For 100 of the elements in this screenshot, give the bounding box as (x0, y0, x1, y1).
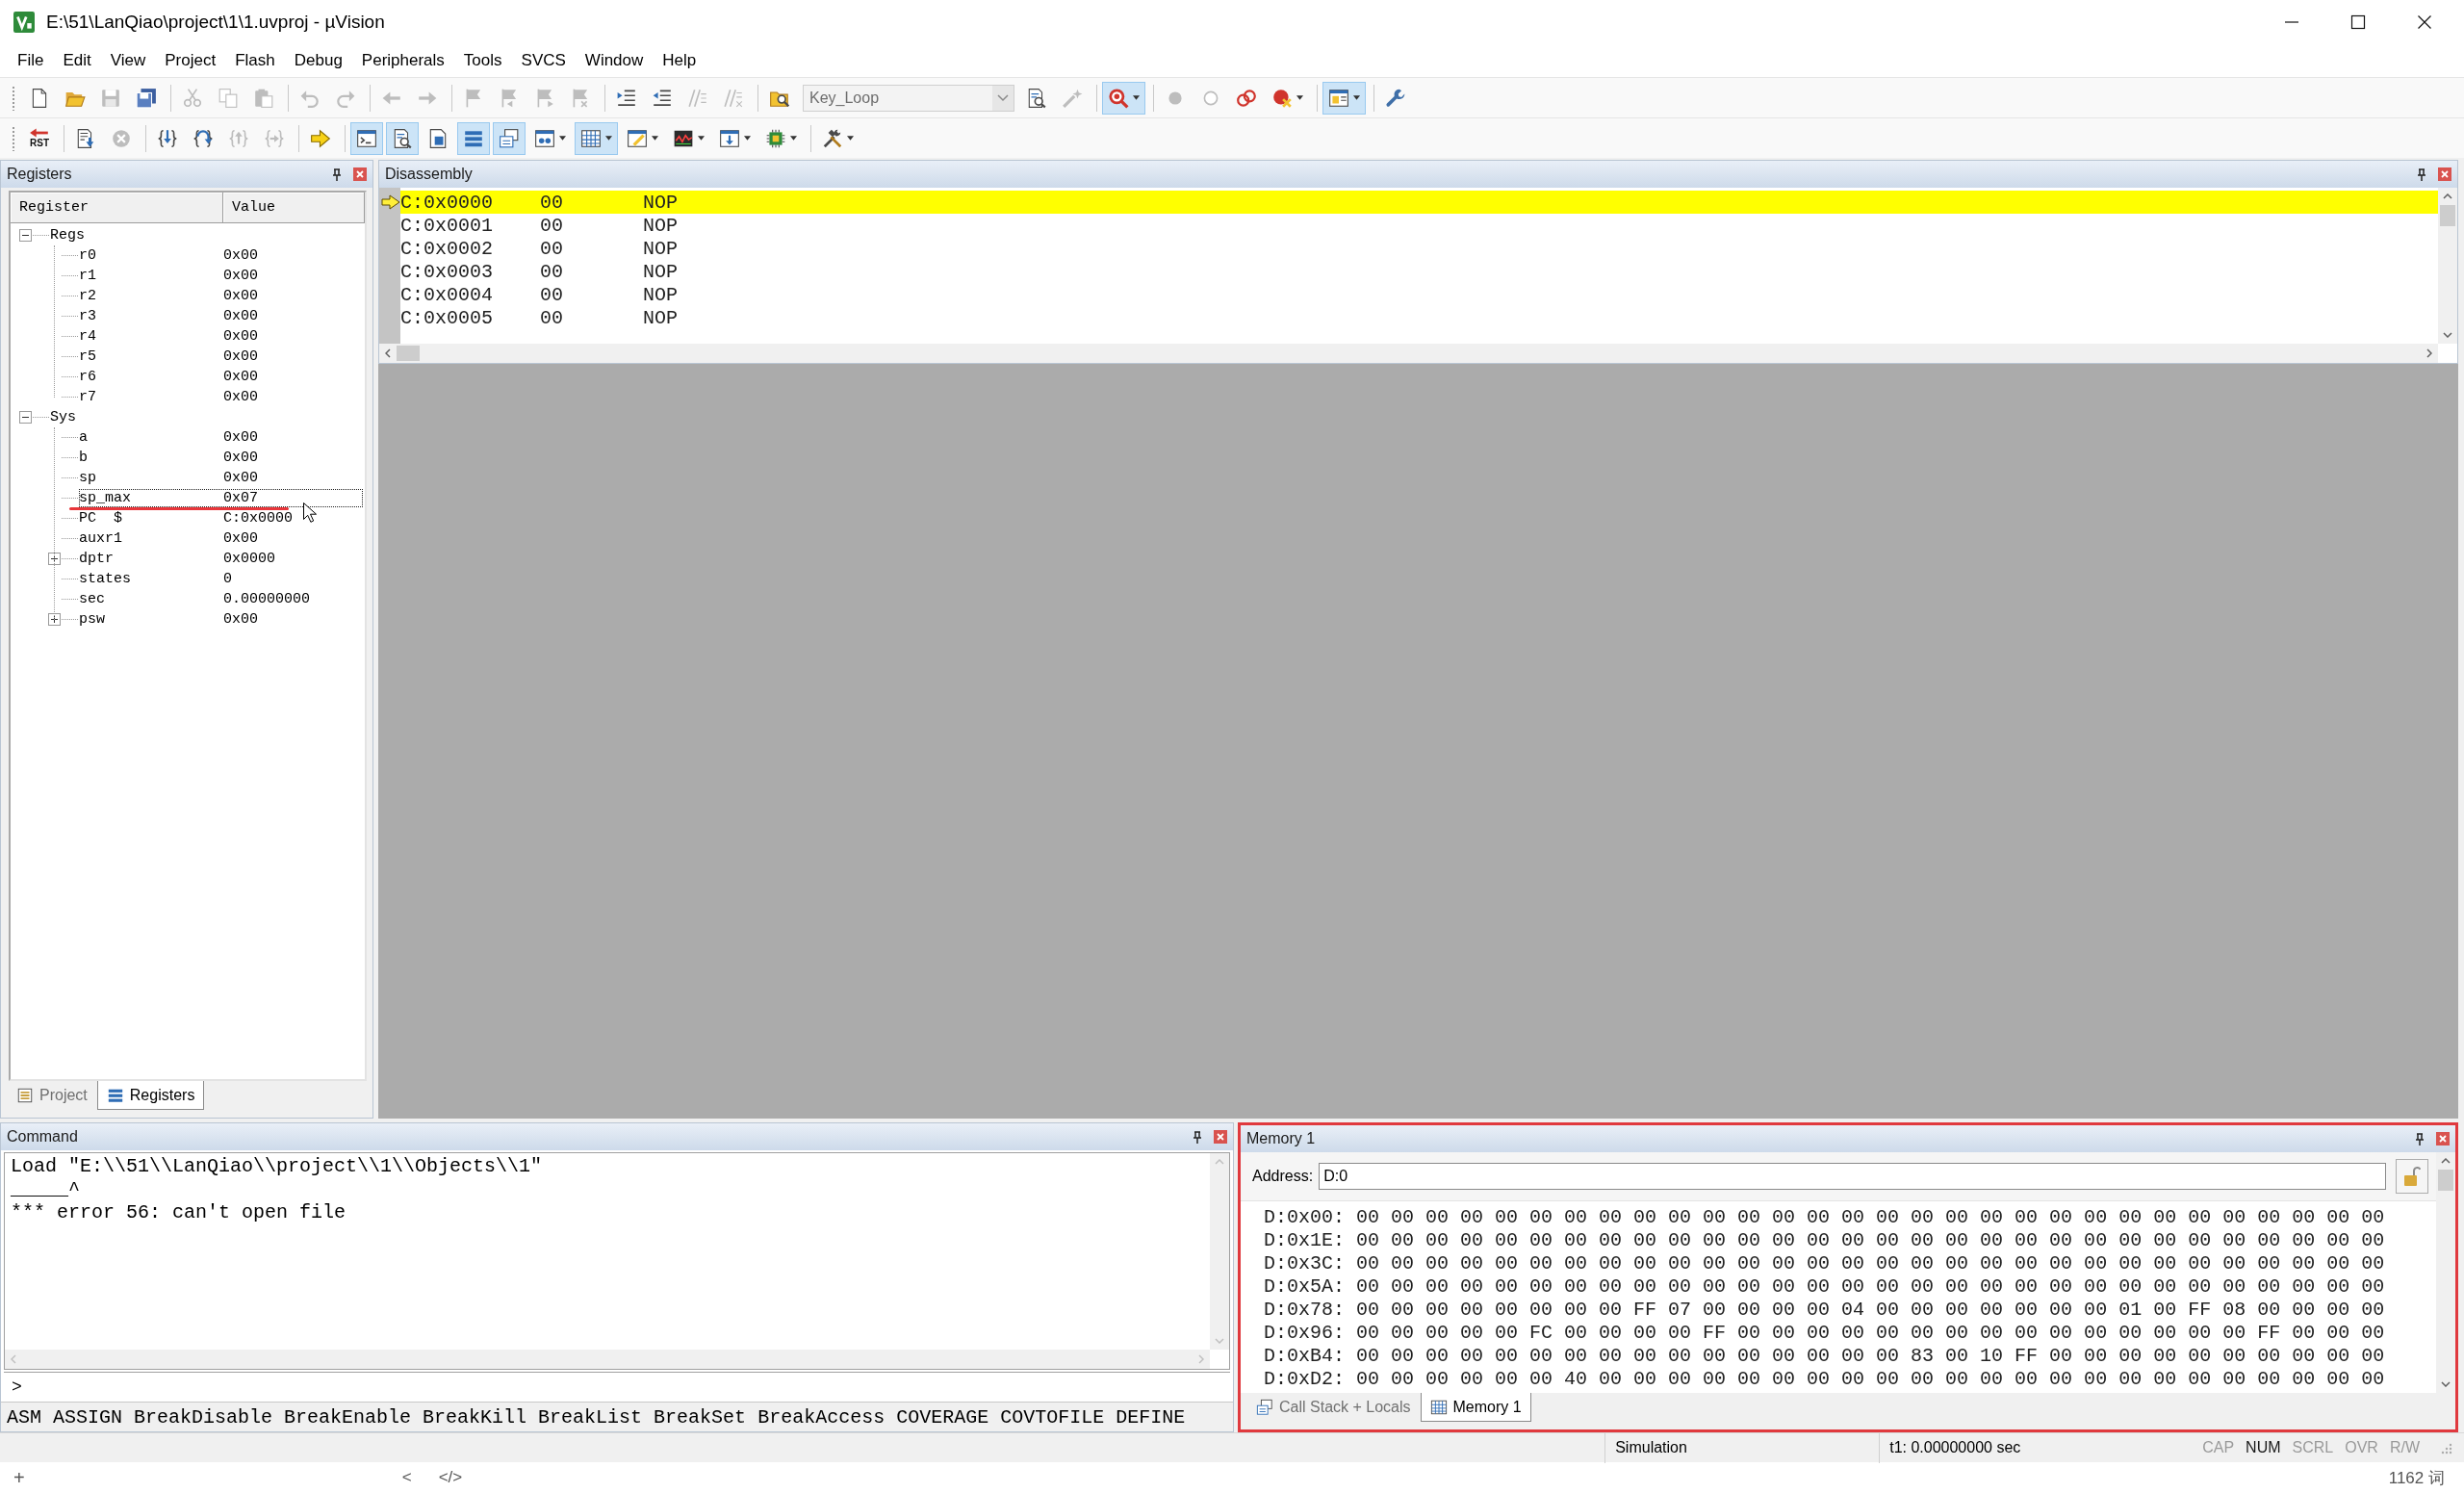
scrollbar-thumb[interactable] (2440, 205, 2455, 226)
menu-item[interactable]: Project (155, 47, 226, 74)
menu-item[interactable]: File (8, 47, 54, 74)
panel-tab[interactable]: Registers (96, 1081, 205, 1110)
layout-button[interactable] (1322, 81, 1366, 115)
menu-item[interactable]: Peripherals (351, 47, 454, 74)
register-name: states (79, 571, 132, 587)
code-address: C:0x0002 (400, 237, 494, 260)
menu-item[interactable]: View (100, 47, 156, 74)
register-name: a (79, 429, 89, 446)
watch-window-icon (534, 127, 555, 149)
chevron-left-icon[interactable] (385, 348, 391, 358)
chevron-right-icon[interactable] (2426, 348, 2432, 358)
status-indicator: SCRL (2291, 1439, 2335, 1456)
register-row[interactable]: a 0x00 (79, 428, 363, 447)
register-row[interactable]: b 0x00 (79, 449, 363, 467)
memory-bytes: 00 00 00 00 00 00 00 00 FF 07 00 00 00 00 04 00 00 00 00 00 00 00 01 00 FF 08 00 00 00 00 (1356, 1298, 2385, 1321)
register-row[interactable]: Regs (50, 226, 363, 245)
panel-tab[interactable]: Call Stack + Locals (1246, 1393, 1421, 1422)
register-row[interactable]: auxr1 0x00 (79, 529, 363, 548)
reset-arrow-icon (29, 128, 50, 138)
instruction: NOP (643, 306, 678, 329)
registers-button[interactable] (457, 121, 490, 155)
memory-bytes: 00 00 00 00 00 FC 00 00 00 00 FF 00 00 00 00 00 00 00 00 00 00 00 00 00 00 00 FF 00 00 00 (1356, 1321, 2385, 1344)
register-row[interactable]: r5 0x00 (79, 348, 363, 366)
memory-bytes: 00 00 00 00 00 00 00 00 00 00 00 00 00 00 00 00 83 00 10 FF 00 00 00 00 00 00 00 00 00 00 (1356, 1344, 2385, 1367)
opcode: 00 (540, 214, 564, 237)
collapse-icon[interactable] (19, 229, 32, 242)
address-field[interactable]: D:0 (1319, 1163, 2386, 1190)
register-row[interactable]: dptr 0x0000 (79, 550, 363, 568)
memory-button[interactable] (575, 121, 618, 155)
register-value: C:0x0000 (223, 510, 293, 527)
register-row[interactable]: sp 0x00 (79, 469, 363, 487)
code-address: C:0x0001 (400, 214, 494, 237)
vertical-scrollbar[interactable] (2436, 1152, 2455, 1393)
register-row[interactable]: PC $ C:0x0000 (79, 509, 363, 528)
chevron-up-icon[interactable] (2443, 193, 2452, 199)
register-row[interactable]: r4 0x00 (79, 327, 363, 346)
column-header[interactable]: Value (223, 193, 365, 223)
register-row[interactable]: r6 0x00 (79, 368, 363, 386)
debug-button[interactable] (1102, 81, 1145, 115)
reset-button[interactable]: RST (23, 121, 56, 155)
disassembly-line[interactable]: C:0x0004 00 NOP (400, 283, 2438, 306)
pin-icon[interactable] (1193, 1130, 1202, 1144)
tools-icon (822, 127, 843, 149)
call-stack-button[interactable] (493, 121, 526, 155)
pin-icon[interactable] (2415, 1132, 2425, 1145)
resize-grip-icon[interactable] (2439, 1441, 2452, 1454)
close-icon[interactable] (2417, 14, 2432, 30)
collapse-icon[interactable] (19, 411, 32, 424)
lock-button[interactable] (2396, 1159, 2428, 1194)
disassembly-button[interactable] (386, 121, 419, 155)
menu-item[interactable]: Flash (225, 47, 285, 74)
scrollbar-thumb[interactable] (2438, 1170, 2453, 1191)
menu-item[interactable]: Window (575, 47, 654, 74)
register-value: 0x00 (223, 268, 258, 284)
panel-tab[interactable]: Project (7, 1081, 97, 1110)
register-row[interactable]: sp_max 0x07 (79, 489, 363, 507)
menu-item[interactable]: SVCS (511, 47, 576, 74)
horizontal-scrollbar[interactable] (379, 344, 2438, 363)
panel-tab[interactable]: Memory 1 (1420, 1393, 1531, 1422)
expand-icon[interactable] (48, 613, 61, 626)
disassembly-line[interactable]: C:0x0001 00 NOP (400, 214, 2438, 237)
disassembly-line[interactable]: C:0x0005 00 NOP (400, 306, 2438, 329)
register-row[interactable]: r3 0x00 (79, 307, 363, 325)
add-button[interactable]: + (13, 1466, 25, 1489)
pin-icon[interactable] (332, 167, 342, 181)
expand-icon[interactable] (48, 553, 61, 565)
register-row[interactable]: sec 0.00000000 (79, 590, 363, 608)
register-row[interactable]: psw 0x00 (79, 610, 363, 629)
menu-item[interactable]: Edit (53, 47, 101, 74)
command-window-button[interactable] (350, 121, 383, 155)
register-row[interactable]: r2 0x00 (79, 287, 363, 305)
register-row[interactable]: r1 0x00 (79, 267, 363, 285)
menu-item[interactable]: Debug (284, 47, 352, 74)
maximize-icon[interactable] (2350, 14, 2366, 30)
document-arrow-icon (75, 127, 96, 149)
disassembly-line[interactable]: C:0x0002 00 NOP (400, 237, 2438, 260)
disassembly-line[interactable]: C:0x0003 00 NOP (400, 260, 2438, 283)
menu-item[interactable]: Tools (453, 47, 512, 74)
chevron-down-icon[interactable] (2443, 332, 2452, 338)
chevron-up-icon[interactable] (2441, 1158, 2451, 1164)
register-row[interactable]: r0 0x00 (79, 246, 363, 265)
chevron-down-icon[interactable] (2441, 1381, 2451, 1387)
register-row[interactable]: states 0 (79, 570, 363, 588)
memory-bytes: 00 00 00 00 00 00 00 00 00 00 00 00 00 00 00 00 00 00 00 00 00 00 00 00 00 00 00 00 00 00 (1356, 1274, 2385, 1298)
console-line: _____^ (11, 1178, 80, 1201)
menu-item[interactable]: Help (653, 47, 706, 74)
column-header[interactable]: Register (11, 193, 223, 223)
toolbar-grip[interactable] (12, 85, 15, 111)
pin-icon[interactable] (2417, 167, 2426, 181)
status-indicator: R/W (2388, 1439, 2421, 1456)
vertical-scrollbar[interactable] (2438, 188, 2457, 344)
toolbar-grip[interactable] (12, 125, 15, 151)
register-row[interactable]: r7 0x00 (79, 388, 363, 406)
code-view-button[interactable]: </> (438, 1468, 463, 1487)
scrollbar-thumb[interactable] (397, 346, 420, 361)
register-row[interactable]: Sys (50, 408, 363, 426)
back-button[interactable]: < (401, 1468, 412, 1487)
register-value: 0x07 (223, 490, 258, 506)
